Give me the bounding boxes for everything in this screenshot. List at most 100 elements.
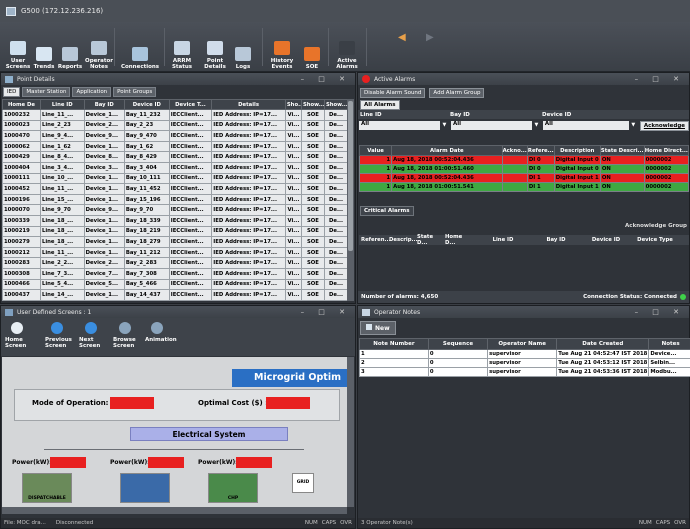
alarm-row[interactable]: 1 Aug 18, 2018 00:52:04.436 DI 1 Digital In… (359, 173, 689, 183)
column-header[interactable]: Date Created (556, 338, 650, 350)
note-row[interactable]: 1 0 supervisor Tue Aug 21 04:52:47 IST 2018… (359, 349, 690, 359)
column-header[interactable]: State Descri... (599, 145, 645, 156)
toolbar-active-alarms-button[interactable]: Active Alarms (334, 26, 360, 70)
table-row[interactable]: 1000437 Line_14_... Device_1... Bay_14_437 I… (2, 289, 348, 301)
column-header[interactable]: Refere... (526, 145, 555, 156)
toolbar-point-details-button[interactable]: Point Details (202, 26, 228, 70)
alarm-row[interactable]: 1 Aug 18, 2018 01:00:51.460 DI 0 Digital In… (359, 164, 689, 174)
column-header[interactable]: Notes (648, 338, 690, 350)
table-row[interactable]: 1000308 Line_7_3... Device_7... Bay_7_308 IE… (2, 267, 348, 280)
table-cell: Vi... (284, 193, 302, 206)
filter-bay-label: Bay ID (450, 111, 470, 118)
table-row[interactable]: 1000111 Line_10_... Device_1... Bay_10_111 I… (2, 172, 348, 185)
column-header[interactable]: Device Type (631, 237, 677, 243)
table-cell: Bay_3_404 (123, 161, 170, 174)
device-id-select[interactable]: All ▼ (542, 121, 638, 130)
add-alarm-group-button[interactable]: Add Alarm Group (429, 88, 485, 98)
hmi-hscroll[interactable] (2, 507, 347, 514)
alarm-row[interactable]: 1 Aug 18, 2018 00:52:04.436 DI 0 Digital In… (359, 155, 689, 165)
toolbar-trends-button[interactable]: Trends (32, 26, 56, 70)
table-row[interactable]: 1000023 Line_2_23 Device_2... Bay_2_23 IECCl… (2, 119, 348, 132)
new-note-button[interactable]: New (360, 321, 396, 335)
home-screen-button[interactable]: Home Screen (5, 322, 39, 349)
table-row[interactable]: 1000212 Line_11_... Device_1... Bay_11_212 I… (2, 246, 348, 259)
table-row[interactable]: 1000452 Line_11_... Device_1... Bay_11_452 I… (2, 183, 348, 195)
column-header[interactable]: Description (553, 145, 601, 156)
column-header[interactable]: Operator Name (487, 338, 558, 350)
table-row[interactable]: 1000429 Line_8_4... Device_8... Bay_8_429 IE… (2, 151, 348, 163)
column-header[interactable]: Device ID (579, 237, 631, 243)
acknowledge-group-button[interactable]: Acknowledge Group (625, 223, 687, 229)
bay-id-select[interactable]: All ▼ (450, 121, 541, 130)
nav-forward-arrow-icon[interactable]: ▶ (426, 32, 434, 43)
acknowledge-button[interactable]: Acknowledge (639, 121, 689, 131)
panel-controls[interactable]: – □ ✕ (301, 308, 351, 316)
disable-alarm-sound-button[interactable]: Disable Alarm Sound (360, 88, 426, 98)
column-header[interactable]: Home De (2, 99, 41, 110)
table-row[interactable]: 1000196 Line_15_... Device_1... Bay_15_196 I… (2, 193, 348, 206)
column-header[interactable]: Show... (323, 99, 348, 110)
toolbar-reports-button[interactable]: Reports (58, 26, 82, 70)
table-cell: Device_1... (83, 289, 125, 301)
column-header[interactable]: Device ID (123, 99, 170, 110)
column-header[interactable]: Alarm Date (391, 145, 503, 156)
panel-controls[interactable]: – □ ✕ (635, 308, 685, 316)
column-header[interactable]: Details (211, 99, 286, 110)
tab-critical-alarms[interactable]: Critical Alarms (360, 206, 414, 216)
table-row[interactable]: 1000062 Line_1_62 Device_1... Bay_1_62 IECCl… (2, 140, 348, 153)
column-header[interactable]: Note Number (359, 338, 429, 350)
column-header[interactable]: Home D... (443, 234, 473, 246)
table-row[interactable]: 1000404 Line_3_4... Device_3... Bay_3_404 IE… (2, 161, 348, 174)
tab-all-alarms[interactable]: All Alarms (360, 100, 400, 110)
hmi-vscroll[interactable] (347, 357, 354, 507)
column-header[interactable]: Bay ID (531, 237, 579, 243)
tab-ied[interactable]: IED (3, 87, 21, 97)
tab-application[interactable]: Application (72, 87, 112, 97)
operator-notes-title: Operator Notes (374, 308, 421, 316)
column-header[interactable]: Sho... (284, 99, 302, 110)
browse-icon (119, 322, 131, 334)
panel-controls[interactable]: – □ ✕ (301, 75, 351, 83)
animation-screen-button[interactable]: Animation (145, 322, 179, 343)
toolbar-connections-button[interactable]: Connections (120, 26, 160, 70)
column-header[interactable]: Show... (300, 99, 325, 110)
column-header[interactable]: Line ID (473, 237, 531, 243)
table-row[interactable]: 1000470 Line_9_4... Device_9... Bay_9_470 IE… (2, 130, 348, 142)
toolbar-soe-button[interactable]: SOE (300, 26, 324, 70)
column-header[interactable]: Line ID (39, 99, 85, 110)
table-row[interactable]: 1000339 Line_18_... Device_1... Bay_18_339 I… (2, 214, 348, 227)
panel-controls[interactable]: – □ ✕ (635, 75, 685, 83)
table-row[interactable]: 1000070 Line_9_70 Device_9... Bay_9_70 IECCl… (2, 204, 348, 216)
table-row[interactable]: 1000283 Line_2_2... Device_2... Bay_2_283 IE… (2, 257, 348, 269)
toolbar-history-events-button[interactable]: History Events (268, 26, 296, 70)
note-row[interactable]: 2 0 supervisor Tue Aug 21 04:53:12 IST 2018… (359, 358, 690, 368)
column-header[interactable]: Device T... (168, 99, 213, 110)
toolbar-operator-notes-button[interactable]: Operator Notes (84, 26, 114, 70)
column-header[interactable]: Ackno... (501, 145, 528, 156)
column-header[interactable]: State D... (415, 234, 443, 246)
tab-point-groups[interactable]: Point Groups (113, 87, 157, 97)
column-header[interactable]: Home Direct... (643, 145, 689, 156)
table-row[interactable]: 1000279 Line_18_... Device_1... Bay_18_279 I… (2, 236, 348, 248)
table-row[interactable]: 1000466 Line_5_4... Device_5... Bay_5_466 IE… (2, 278, 348, 291)
toolbar-user-screens-button[interactable]: User Screens (6, 26, 30, 70)
column-header[interactable]: Bay ID (83, 99, 125, 110)
table-row[interactable]: 1000219 Line_18_... Device_1... Bay_18_219 I… (2, 225, 348, 238)
toolbar-arrm-status-button[interactable]: ARRM Status (168, 26, 196, 70)
toolbar-logs-button[interactable]: Logs (232, 26, 254, 70)
next-screen-button[interactable]: Next Screen (79, 322, 113, 349)
alarm-row[interactable]: 1 Aug 18, 2018 01:00:51.541 DI 1 Digital In… (359, 182, 689, 192)
table-cell: IECClient... (168, 214, 213, 227)
previous-screen-button[interactable]: Previous Screen (45, 322, 79, 349)
table-row[interactable]: 1000232 Line_11_... Device_1... Bay_11_232 I… (2, 109, 348, 121)
line-id-select[interactable]: All ▼ (359, 121, 449, 130)
note-row[interactable]: 3 0 supervisor Tue Aug 21 04:53:36 IST 2018… (359, 367, 690, 377)
column-header[interactable]: Sequence (427, 338, 489, 350)
column-header[interactable]: Descrip... (387, 237, 418, 243)
nav-back-arrow-icon[interactable]: ◀ (398, 32, 406, 43)
tab-master-station[interactable]: Master Station (22, 87, 71, 97)
column-header[interactable]: Referen... (359, 237, 391, 243)
column-header[interactable]: Value (359, 145, 393, 156)
point-details-scrollbar[interactable] (347, 99, 354, 301)
browse-screen-button[interactable]: Browse Screen (113, 322, 147, 349)
